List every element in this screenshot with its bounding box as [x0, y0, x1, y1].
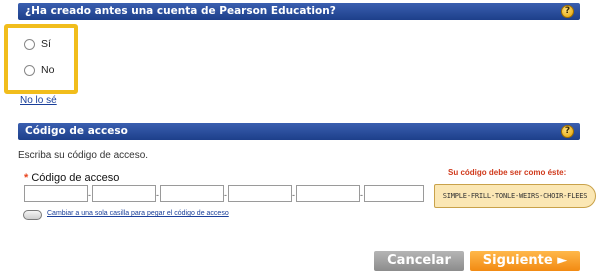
separator: -	[156, 190, 159, 200]
code-input-3[interactable]	[160, 185, 224, 202]
section-header-existing-account: ¿Ha creado antes una cuenta de Pearson E…	[18, 3, 580, 20]
required-marker: *	[24, 172, 29, 184]
radio-option-no[interactable]: No	[24, 64, 54, 76]
separator: -	[88, 190, 91, 200]
example-code-tag: SIMPLE-FRILL-TONLE-WEIRS-CHOIR-FLEES	[434, 184, 596, 208]
question-icon[interactable]: ?	[561, 125, 574, 138]
instruction-text: Escriba su código de acceso.	[18, 150, 149, 161]
example-caption: Su código debe ser como éste:	[448, 168, 567, 177]
radio-option-yes[interactable]: Sí	[24, 38, 51, 50]
example-code: SIMPLE-FRILL-TONLE-WEIRS-CHOIR-FLEES	[442, 192, 588, 200]
code-input-1[interactable]	[24, 185, 88, 202]
single-box-toggle[interactable]	[23, 210, 42, 220]
code-input-2[interactable]	[92, 185, 156, 202]
cancel-button[interactable]: Cancelar	[374, 251, 464, 271]
radio-label: Sí	[41, 38, 51, 51]
single-box-link[interactable]: Cambiar a una sola casilla para pegar el…	[47, 210, 229, 217]
question-icon[interactable]: ?	[561, 5, 574, 18]
field-label-row: * Código de acceso	[24, 172, 119, 184]
separator: -	[360, 190, 363, 200]
next-button[interactable]: Siguiente ►	[470, 251, 580, 271]
section-header-access-code: Código de acceso ?	[18, 123, 580, 140]
section-title: Código de acceso	[25, 125, 128, 137]
code-input-6[interactable]	[364, 185, 424, 202]
radio-button[interactable]	[24, 64, 35, 76]
radio-label: No	[41, 64, 55, 77]
unknown-link[interactable]: No lo sé	[20, 95, 57, 106]
radio-button[interactable]	[24, 38, 35, 50]
section-title: ¿Ha creado antes una cuenta de Pearson E…	[25, 5, 336, 17]
separator: -	[292, 190, 295, 200]
code-input-5[interactable]	[296, 185, 360, 202]
code-input-4[interactable]	[228, 185, 292, 202]
field-label: Código de acceso	[31, 172, 120, 184]
separator: -	[224, 190, 227, 200]
highlight-frame	[4, 24, 78, 94]
